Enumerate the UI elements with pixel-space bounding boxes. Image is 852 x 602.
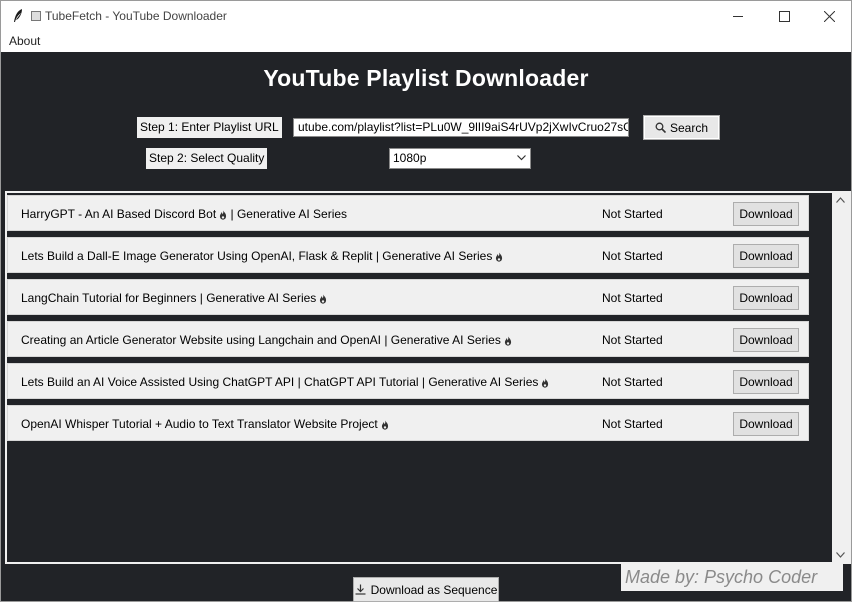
- menu-bar: About: [1, 32, 851, 52]
- window-title: TubeFetch - YouTube Downloader: [31, 9, 227, 23]
- minimize-icon: [732, 16, 743, 17]
- close-icon: [823, 11, 835, 22]
- menu-about[interactable]: About: [9, 34, 40, 48]
- window-title-text: TubeFetch - YouTube Downloader: [45, 9, 227, 23]
- maximize-button[interactable]: [761, 1, 807, 32]
- video-title: Lets Build an AI Voice Assisted Using Ch…: [21, 375, 549, 389]
- download-button[interactable]: Download: [733, 244, 799, 268]
- video-title-text: Lets Build an AI Voice Assisted Using Ch…: [21, 375, 539, 389]
- feather-icon: [14, 9, 22, 22]
- app-window: TubeFetch - YouTube Downloader About You…: [0, 0, 852, 602]
- title-bar: TubeFetch - YouTube Downloader: [1, 1, 851, 32]
- video-title: OpenAI Whisper Tutorial + Audio to Text …: [21, 417, 389, 431]
- fire-icon: [496, 252, 503, 262]
- video-row: Creating an Article Generator Website us…: [7, 321, 809, 357]
- scroll-down-icon[interactable]: [836, 552, 845, 558]
- fire-icon: [504, 336, 511, 346]
- video-title-text: Lets Build a Dall-E Image Generator Usin…: [21, 249, 493, 263]
- app-icon: [31, 11, 41, 21]
- vertical-scrollbar[interactable]: [832, 193, 849, 562]
- chevron-down-icon: [517, 155, 526, 161]
- step2-label: Step 2: Select Quality: [146, 148, 268, 169]
- fire-icon: [220, 210, 227, 220]
- minimize-button[interactable]: [715, 1, 761, 32]
- download-button[interactable]: Download: [733, 328, 799, 352]
- download-button[interactable]: Download: [733, 412, 799, 436]
- download-sequence-label: Download as Sequence: [370, 582, 498, 597]
- download-status: Not Started: [602, 417, 663, 431]
- search-icon: [655, 122, 666, 133]
- maximize-icon: [778, 11, 790, 22]
- fire-icon: [542, 378, 549, 388]
- fire-icon: [381, 420, 388, 430]
- fire-icon: [320, 294, 327, 304]
- step1-label: Step 1: Enter Playlist URL: [137, 117, 282, 138]
- video-title-text: HarryGPT - An AI Based Discord Bot: [21, 207, 217, 221]
- video-row: Lets Build a Dall-E Image Generator Usin…: [7, 237, 809, 273]
- download-status: Not Started: [602, 207, 663, 221]
- main-area: YouTube Playlist Downloader Step 1: Ente…: [1, 52, 851, 602]
- video-title: LangChain Tutorial for Beginners | Gener…: [21, 291, 327, 305]
- video-title: Lets Build a Dall-E Image Generator Usin…: [21, 249, 503, 263]
- video-row: OpenAI Whisper Tutorial + Audio to Text …: [7, 405, 809, 441]
- video-title: HarryGPT - An AI Based Discord Bot | Gen…: [21, 207, 347, 221]
- download-status: Not Started: [602, 333, 663, 347]
- video-row: LangChain Tutorial for Beginners | Gener…: [7, 279, 809, 315]
- video-title-text: Creating an Article Generator Website us…: [21, 333, 501, 347]
- download-status: Not Started: [602, 375, 663, 389]
- video-title: Creating an Article Generator Website us…: [21, 333, 512, 347]
- search-button-label: Search: [669, 120, 709, 135]
- quality-select[interactable]: 1080p: [389, 148, 531, 169]
- download-button[interactable]: Download: [733, 202, 799, 226]
- video-list: HarryGPT - An AI Based Discord Bot | Gen…: [5, 191, 851, 564]
- video-row: HarryGPT - An AI Based Discord Bot | Gen…: [7, 195, 809, 231]
- download-sequence-button[interactable]: Download as Sequence: [353, 577, 499, 602]
- download-button[interactable]: Download: [733, 370, 799, 394]
- quality-select-value: 1080p: [393, 151, 427, 165]
- video-title-suffix: | Generative AI Series: [227, 207, 348, 221]
- credit-label: Made by: Psycho Coder: [621, 563, 843, 591]
- video-title-text: LangChain Tutorial for Beginners | Gener…: [21, 291, 317, 305]
- close-button[interactable]: [806, 1, 852, 32]
- download-status: Not Started: [602, 249, 663, 263]
- download-button[interactable]: Download: [733, 286, 799, 310]
- video-title-text: OpenAI Whisper Tutorial + Audio to Text …: [21, 417, 378, 431]
- playlist-url-input[interactable]: utube.com/playlist?list=PLu0W_9lII9aiS4r…: [293, 118, 629, 137]
- search-button[interactable]: Search: [643, 115, 720, 140]
- video-row: Lets Build an AI Voice Assisted Using Ch…: [7, 363, 809, 399]
- page-title: YouTube Playlist Downloader: [263, 65, 589, 91]
- download-icon: [355, 584, 366, 595]
- scroll-up-icon[interactable]: [836, 197, 845, 203]
- download-status: Not Started: [602, 291, 663, 305]
